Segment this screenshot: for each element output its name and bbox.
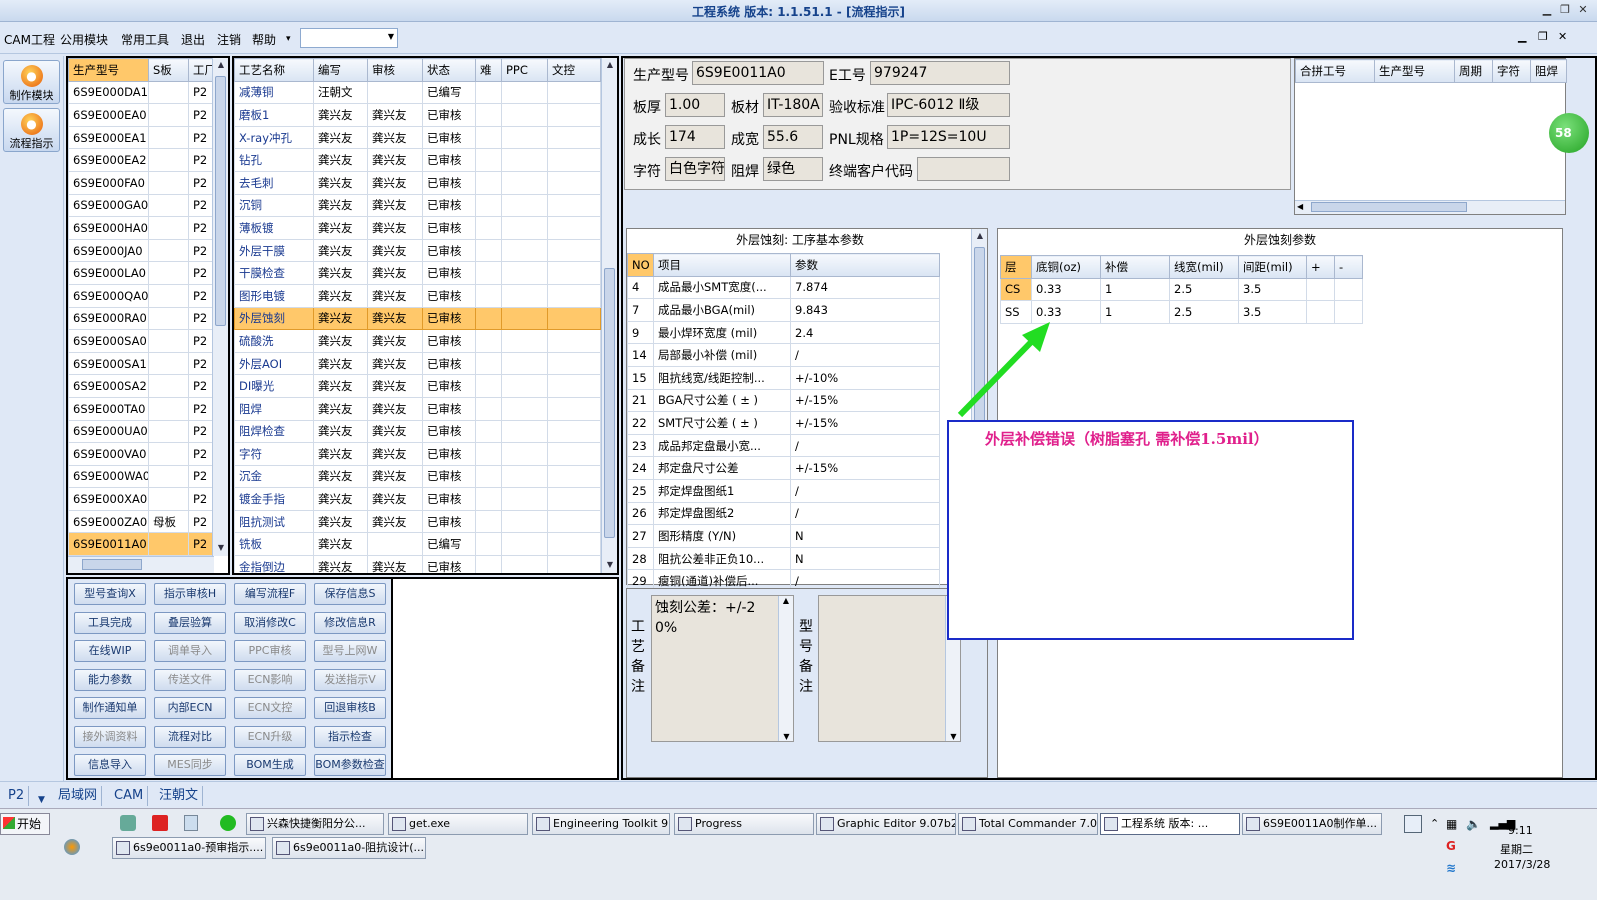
chevron-down-icon[interactable]: ▼	[34, 790, 49, 810]
annotation-box: 外层补偿错误（树脂塞孔 需补偿1.5mil）	[947, 420, 1354, 640]
taskbar-item-label: 6s9e0011a0-预审指示....	[133, 841, 264, 854]
taskbar-item-label: 工程系统 版本: ...	[1121, 817, 1209, 830]
taskbar-item[interactable]: 6s9e0011a0-阻抗设计(...	[272, 837, 426, 859]
tray-expand-icon[interactable]: ⌃	[1430, 817, 1439, 830]
start-button[interactable]: 开始	[0, 813, 50, 835]
network-icon: ▦	[1446, 817, 1458, 831]
taskbar-item-label: Graphic Editor 9.07b2...	[837, 817, 956, 830]
window-icon	[250, 817, 264, 831]
taskbar-item[interactable]: Engineering Toolkit 9....	[532, 813, 670, 835]
window-icon	[536, 817, 550, 831]
taskbar-item-label: get.exe	[409, 817, 451, 830]
clock-time: 9:11	[1508, 824, 1533, 837]
volume-icon[interactable]: 🔈	[1466, 817, 1481, 831]
window-icon	[1246, 817, 1260, 831]
windows-logo-icon	[3, 817, 15, 829]
taskbar-item[interactable]: 工程系统 版本: ...	[1100, 813, 1240, 835]
taskbar-item[interactable]: 6S9E0011A0制作单...	[1242, 813, 1382, 835]
taskbar-item[interactable]: Progress	[674, 813, 814, 835]
clock-weekday: 星期二	[1500, 843, 1533, 856]
window-icon	[1104, 817, 1118, 831]
window-icon	[678, 817, 692, 831]
quicklaunch-icon[interactable]	[120, 815, 136, 831]
tray-app2-icon[interactable]: ≋	[1446, 861, 1456, 875]
word-doc-icon	[276, 841, 290, 855]
taskbar-item[interactable]: 兴森快捷衡阳分公...	[246, 813, 384, 835]
status-user: 汪朝文	[155, 786, 204, 806]
taskbar: 开始 兴森快捷衡阳分公... get.exe Engineering Toolkit…	[0, 808, 1597, 900]
word-doc-icon	[116, 841, 130, 855]
app-icon[interactable]	[64, 839, 80, 855]
annotation-text: 外层补偿错误（树脂塞孔 需补偿1.5mil）	[985, 430, 1269, 448]
window-icon	[820, 817, 834, 831]
taskbar-item[interactable]: Total Commander 7.0...	[958, 813, 1098, 835]
browser-icon[interactable]	[220, 815, 236, 831]
status-bar: P2 ▼ 局域网 CAM 汪朝文	[0, 781, 1597, 808]
taskbar-item[interactable]: Graphic Editor 9.07b2...	[816, 813, 956, 835]
status-network: 局域网	[54, 786, 103, 806]
status-cam: CAM	[110, 786, 149, 806]
clock-date: 2017/3/28	[1494, 858, 1551, 871]
taskbar-item-label: Engineering Toolkit 9....	[553, 817, 670, 830]
window-icon	[392, 817, 406, 831]
taskbar-item[interactable]: 6s9e0011a0-预审指示....	[112, 837, 266, 859]
taskbar-item-label: Progress	[695, 817, 742, 830]
desktop-icon[interactable]	[1404, 815, 1422, 833]
annotation-arrow	[957, 322, 1050, 418]
taskbar-item-label: 6s9e0011a0-阻抗设计(...	[293, 841, 424, 854]
document-icon[interactable]	[184, 815, 198, 831]
factory-selector[interactable]: P2	[4, 786, 30, 806]
pdf-icon[interactable]	[152, 815, 168, 831]
start-label: 开始	[17, 817, 42, 831]
taskbar-item-label: 兴森快捷衡阳分公...	[267, 817, 366, 830]
taskbar-item-label: Total Commander 7.0...	[979, 817, 1098, 830]
tray-app-icon[interactable]: G	[1446, 839, 1456, 853]
window-icon	[962, 817, 976, 831]
taskbar-item-label: 6S9E0011A0制作单...	[1263, 817, 1377, 830]
taskbar-item[interactable]: get.exe	[388, 813, 528, 835]
